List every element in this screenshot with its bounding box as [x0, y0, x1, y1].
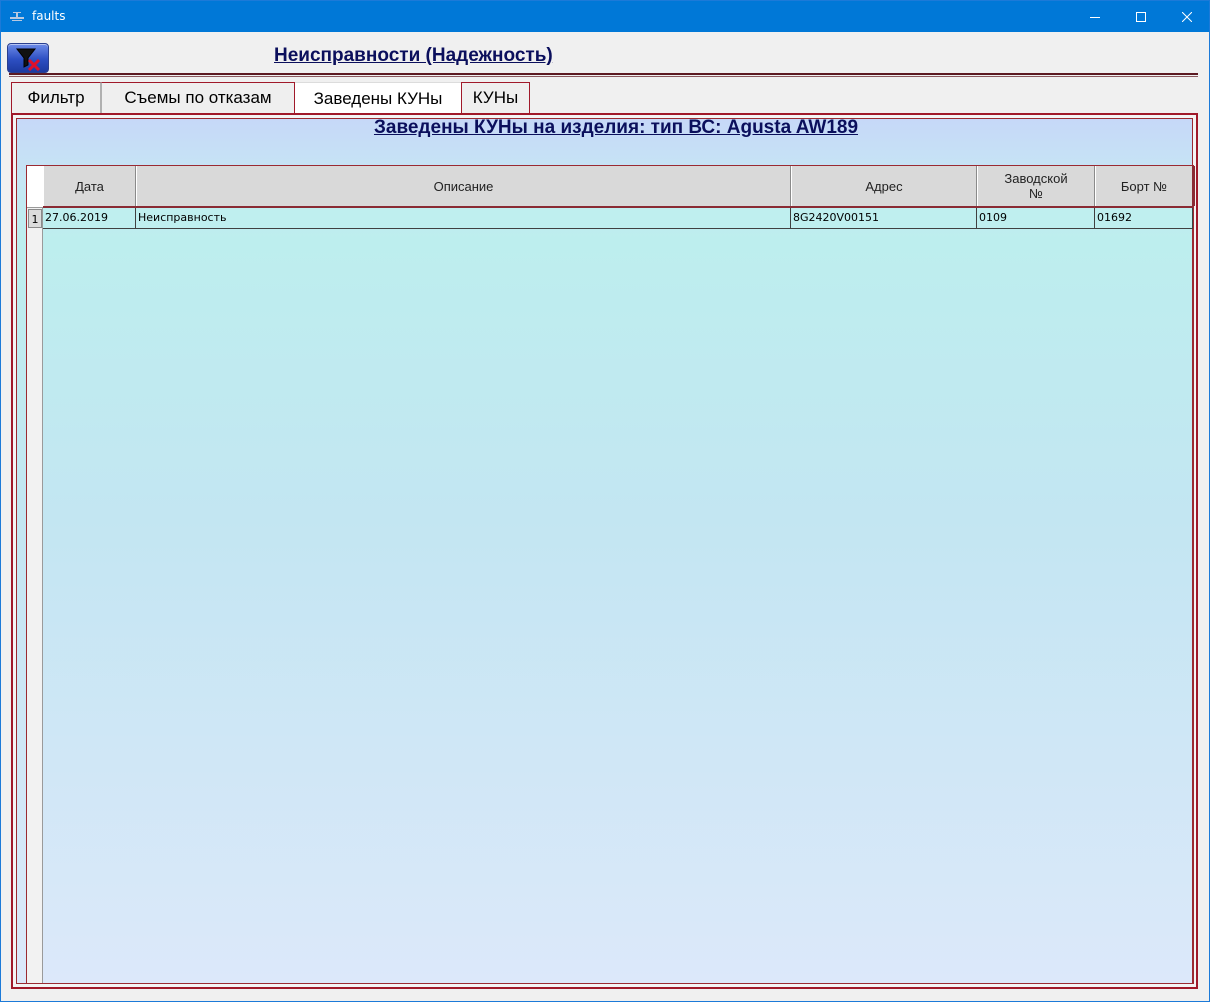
- page-title: Неисправности (Надежность): [274, 45, 553, 66]
- minimize-button[interactable]: [1072, 1, 1118, 32]
- grid-corner-cell[interactable]: [27, 166, 43, 208]
- app-icon: [10, 12, 24, 21]
- grid-header: Дата Описание Адрес Заводской № Борт №: [43, 166, 1195, 208]
- row-number[interactable]: 1: [28, 209, 42, 228]
- column-header-date[interactable]: Дата: [43, 166, 136, 206]
- app-window: faults Неисправности (Надежность) Фильтр…: [0, 0, 1210, 1002]
- cell-description[interactable]: Неисправность: [136, 208, 791, 229]
- column-header-serial[interactable]: Заводской №: [977, 166, 1095, 206]
- filter-clear-icon: [15, 48, 41, 71]
- clear-filter-button[interactable]: [7, 43, 49, 73]
- column-header-address[interactable]: Адрес: [791, 166, 977, 206]
- window-title: faults: [32, 9, 66, 23]
- header-divider: [9, 73, 1198, 77]
- cell-serial[interactable]: 0109: [977, 208, 1095, 229]
- grid-body: 27.06.2019 Неисправность 8G2420V00151 01…: [43, 208, 1193, 983]
- cell-address[interactable]: 8G2420V00151: [791, 208, 977, 229]
- panel-heading: Заведены КУНы на изделия: тип ВС: Agusta…: [373, 117, 859, 138]
- maximize-icon: [1136, 11, 1146, 22]
- cell-board[interactable]: 01692: [1095, 208, 1193, 229]
- column-header-description[interactable]: Описание: [136, 166, 791, 206]
- close-button[interactable]: [1164, 1, 1210, 32]
- row-header-column: [27, 166, 43, 983]
- maximize-button[interactable]: [1118, 1, 1164, 32]
- table-row[interactable]: 27.06.2019 Неисправность 8G2420V00151 01…: [43, 208, 1193, 229]
- tab-kun-entered[interactable]: Заведены КУНы: [295, 82, 461, 114]
- column-header-board[interactable]: Борт №: [1095, 166, 1195, 206]
- tab-kun[interactable]: КУНы: [461, 82, 530, 114]
- minimize-icon: [1090, 16, 1100, 18]
- title-bar[interactable]: faults: [1, 1, 1209, 32]
- close-icon: [1182, 11, 1192, 22]
- tab-panel: Заведены КУНы на изделия: тип ВС: Agusta…: [11, 113, 1198, 989]
- tab-filter[interactable]: Фильтр: [11, 82, 101, 114]
- cell-date[interactable]: 27.06.2019: [43, 208, 136, 229]
- tab-failure-removals[interactable]: Съемы по отказам: [101, 82, 295, 114]
- data-grid[interactable]: 1 Дата Описание Адрес Заводской № Борт №…: [26, 165, 1195, 984]
